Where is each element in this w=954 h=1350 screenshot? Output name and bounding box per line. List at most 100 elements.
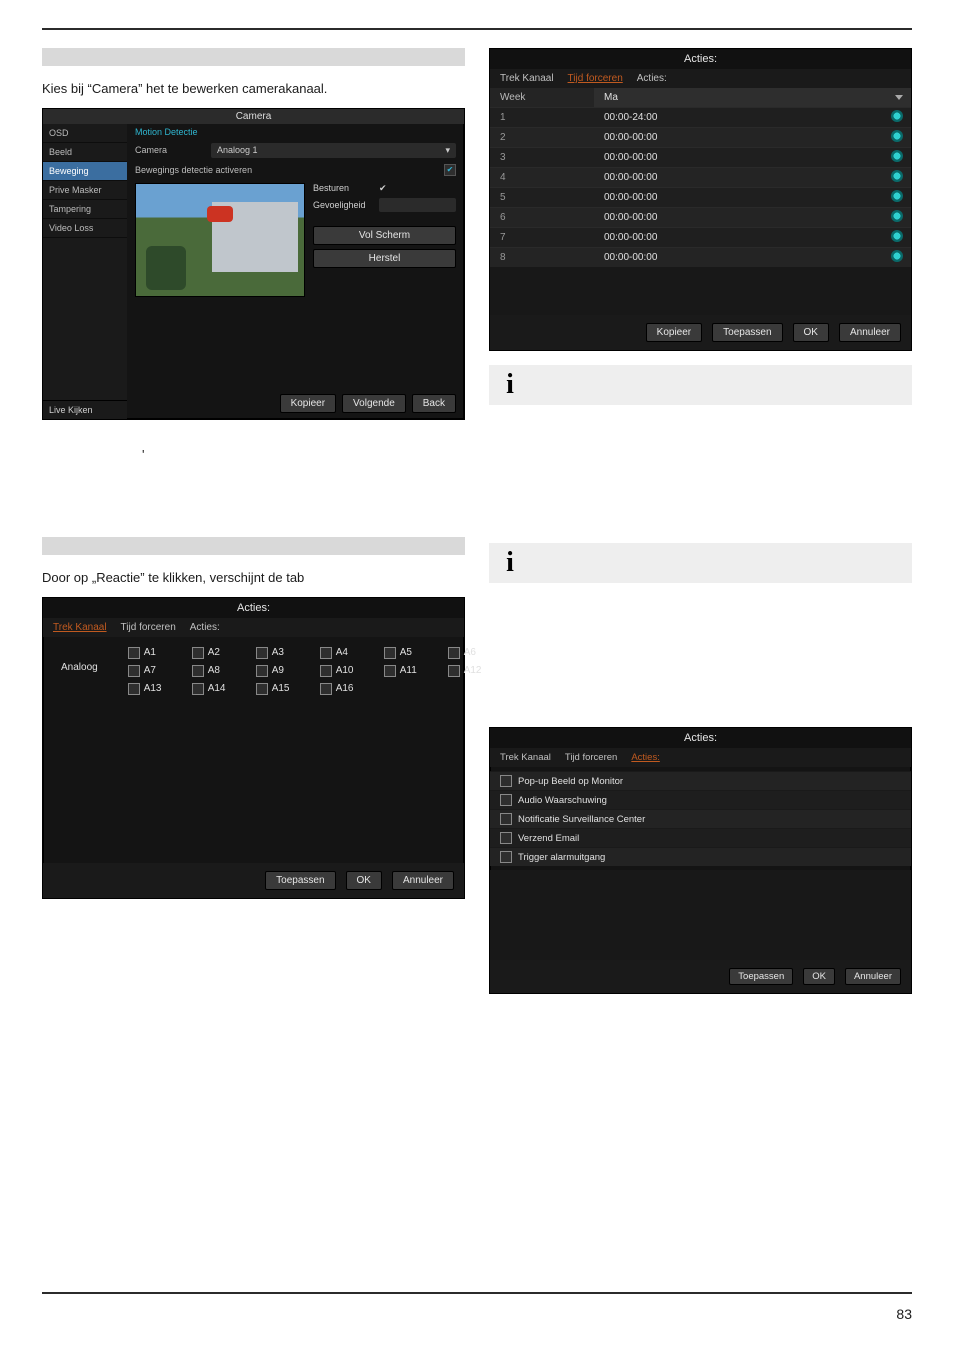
settings-gear[interactable] <box>883 150 911 165</box>
channel-a8[interactable]: A8 <box>192 665 242 677</box>
annuleer-button[interactable]: Annuleer <box>839 323 901 342</box>
fullscreen-button[interactable]: Vol Scherm <box>313 226 456 245</box>
option-row[interactable]: Audio Waarschuwing <box>490 790 911 809</box>
settings-gear[interactable] <box>883 250 911 265</box>
channel-label: A9 <box>272 665 284 676</box>
channel-a10[interactable]: A10 <box>320 665 370 677</box>
back-button[interactable]: Back <box>412 394 456 413</box>
checkbox-icon <box>256 683 268 695</box>
option-row[interactable]: Pop-up Beeld op Monitor <box>490 771 911 790</box>
settings-gear[interactable] <box>883 170 911 185</box>
time-range[interactable]: 00:00-00:00 <box>594 228 883 247</box>
gear-icon <box>891 230 903 242</box>
enable-motion-checkbox[interactable]: ✔ <box>444 164 456 176</box>
sidebar-item-prive-masker[interactable]: Prive Masker <box>43 181 127 200</box>
checkbox-icon <box>192 665 204 677</box>
kopieer-button[interactable]: Kopieer <box>646 323 702 342</box>
slot-index: 4 <box>490 168 594 187</box>
gevoeligheid-slider[interactable] <box>379 198 456 212</box>
option-row[interactable]: Trigger alarmuitgang <box>490 847 911 866</box>
settings-gear[interactable] <box>883 190 911 205</box>
tab-acties[interactable]: Acties: <box>637 73 667 84</box>
checkbox-icon <box>500 832 512 844</box>
tab-trek-kanaal[interactable]: Trek Kanaal <box>53 622 107 633</box>
dialog-title: Acties: <box>43 598 464 618</box>
acties-options-dialog: Acties: Trek Kanaal Tijd forceren Acties… <box>489 727 912 994</box>
settings-gear[interactable] <box>883 210 911 225</box>
sidebar-item-video-loss[interactable]: Video Loss <box>43 219 127 238</box>
option-label: Trigger alarmuitgang <box>518 852 605 863</box>
option-row[interactable]: Verzend Email <box>490 828 911 847</box>
toepassen-button[interactable]: Toepassen <box>729 968 793 985</box>
checkbox-icon <box>500 851 512 863</box>
option-row[interactable]: Notificatie Surveillance Center <box>490 809 911 828</box>
channel-a1[interactable]: A1 <box>128 647 178 659</box>
time-range[interactable]: 00:00-24:00 <box>594 108 883 127</box>
top-rule <box>42 28 912 30</box>
settings-gear[interactable] <box>883 130 911 145</box>
kopieer-button[interactable]: Kopieer <box>280 394 336 413</box>
reset-button[interactable]: Herstel <box>313 249 456 268</box>
sidebar-live-view[interactable]: Live Kijken <box>43 400 127 419</box>
time-range[interactable]: 00:00-00:00 <box>594 208 883 227</box>
toepassen-button[interactable]: Toepassen <box>712 323 782 342</box>
settings-gear[interactable] <box>883 110 911 125</box>
sidebar-item-tampering[interactable]: Tampering <box>43 200 127 219</box>
acties-trek-dialog: Acties: Trek Kanaal Tijd forceren Acties… <box>42 597 465 899</box>
sidebar-item-beweging[interactable]: Beweging <box>43 162 127 181</box>
toepassen-button[interactable]: Toepassen <box>265 871 335 890</box>
dialog-title: Acties: <box>490 49 911 69</box>
channel-a3[interactable]: A3 <box>256 647 306 659</box>
schedule-row: 200:00-00:00 <box>490 127 911 147</box>
gear-icon <box>891 130 903 142</box>
checkbox-icon <box>500 813 512 825</box>
time-range[interactable]: 00:00-00:00 <box>594 128 883 147</box>
channel-a2[interactable]: A2 <box>192 647 242 659</box>
channel-a7[interactable]: A7 <box>128 665 178 677</box>
tab-tijd-forceren[interactable]: Tijd forceren <box>568 73 623 84</box>
time-range[interactable]: 00:00-00:00 <box>594 188 883 207</box>
video-preview[interactable] <box>135 183 305 297</box>
camera-label: Camera <box>135 145 205 155</box>
channel-a11[interactable]: A11 <box>384 665 434 677</box>
ok-button[interactable]: OK <box>803 968 835 985</box>
schedule-row: 100:00-24:00 <box>490 107 911 127</box>
annuleer-button[interactable]: Annuleer <box>392 871 454 890</box>
channel-a16[interactable]: A16 <box>320 683 370 695</box>
chevron-down-icon <box>895 95 903 100</box>
sidebar-item-beeld[interactable]: Beeld <box>43 143 127 162</box>
gear-icon <box>891 110 903 122</box>
ok-button[interactable]: OK <box>793 323 829 342</box>
channel-label: A10 <box>336 665 354 676</box>
tab-tijd-forceren[interactable]: Tijd forceren <box>121 622 176 633</box>
volgende-button[interactable]: Volgende <box>342 394 406 413</box>
tab-acties[interactable]: Acties: <box>190 622 220 633</box>
schedule-row: 800:00-00:00 <box>490 247 911 267</box>
time-range[interactable]: 00:00-00:00 <box>594 148 883 167</box>
channel-a15[interactable]: A15 <box>256 683 306 695</box>
tab-trek-kanaal[interactable]: Trek Kanaal <box>500 752 551 763</box>
tab-acties[interactable]: Acties: <box>631 752 660 763</box>
besturen-checkbox[interactable]: ✔ <box>379 183 387 194</box>
settings-gear[interactable] <box>883 230 911 245</box>
channel-a5[interactable]: A5 <box>384 647 434 659</box>
schedule-row: 300:00-00:00 <box>490 147 911 167</box>
breadcrumb-motion: Motion Detectie <box>135 127 198 137</box>
channel-a4[interactable]: A4 <box>320 647 370 659</box>
sidebar-item-osd[interactable]: OSD <box>43 124 127 143</box>
time-range[interactable]: 00:00-00:00 <box>594 168 883 187</box>
ok-button[interactable]: OK <box>346 871 382 890</box>
gear-icon <box>891 250 903 262</box>
tab-trek-kanaal[interactable]: Trek Kanaal <box>500 73 554 84</box>
checkbox-icon <box>384 665 396 677</box>
checkbox-icon <box>256 647 268 659</box>
day-select[interactable]: Ma <box>594 88 911 107</box>
tab-tijd-forceren[interactable]: Tijd forceren <box>565 752 617 763</box>
channel-a9[interactable]: A9 <box>256 665 306 677</box>
channel-a13[interactable]: A13 <box>128 683 178 695</box>
channel-label: A15 <box>272 683 290 694</box>
camera-select[interactable]: Analoog 1▾ <box>211 143 456 158</box>
channel-a14[interactable]: A14 <box>192 683 242 695</box>
annuleer-button[interactable]: Annuleer <box>845 968 901 985</box>
time-range[interactable]: 00:00-00:00 <box>594 248 883 267</box>
